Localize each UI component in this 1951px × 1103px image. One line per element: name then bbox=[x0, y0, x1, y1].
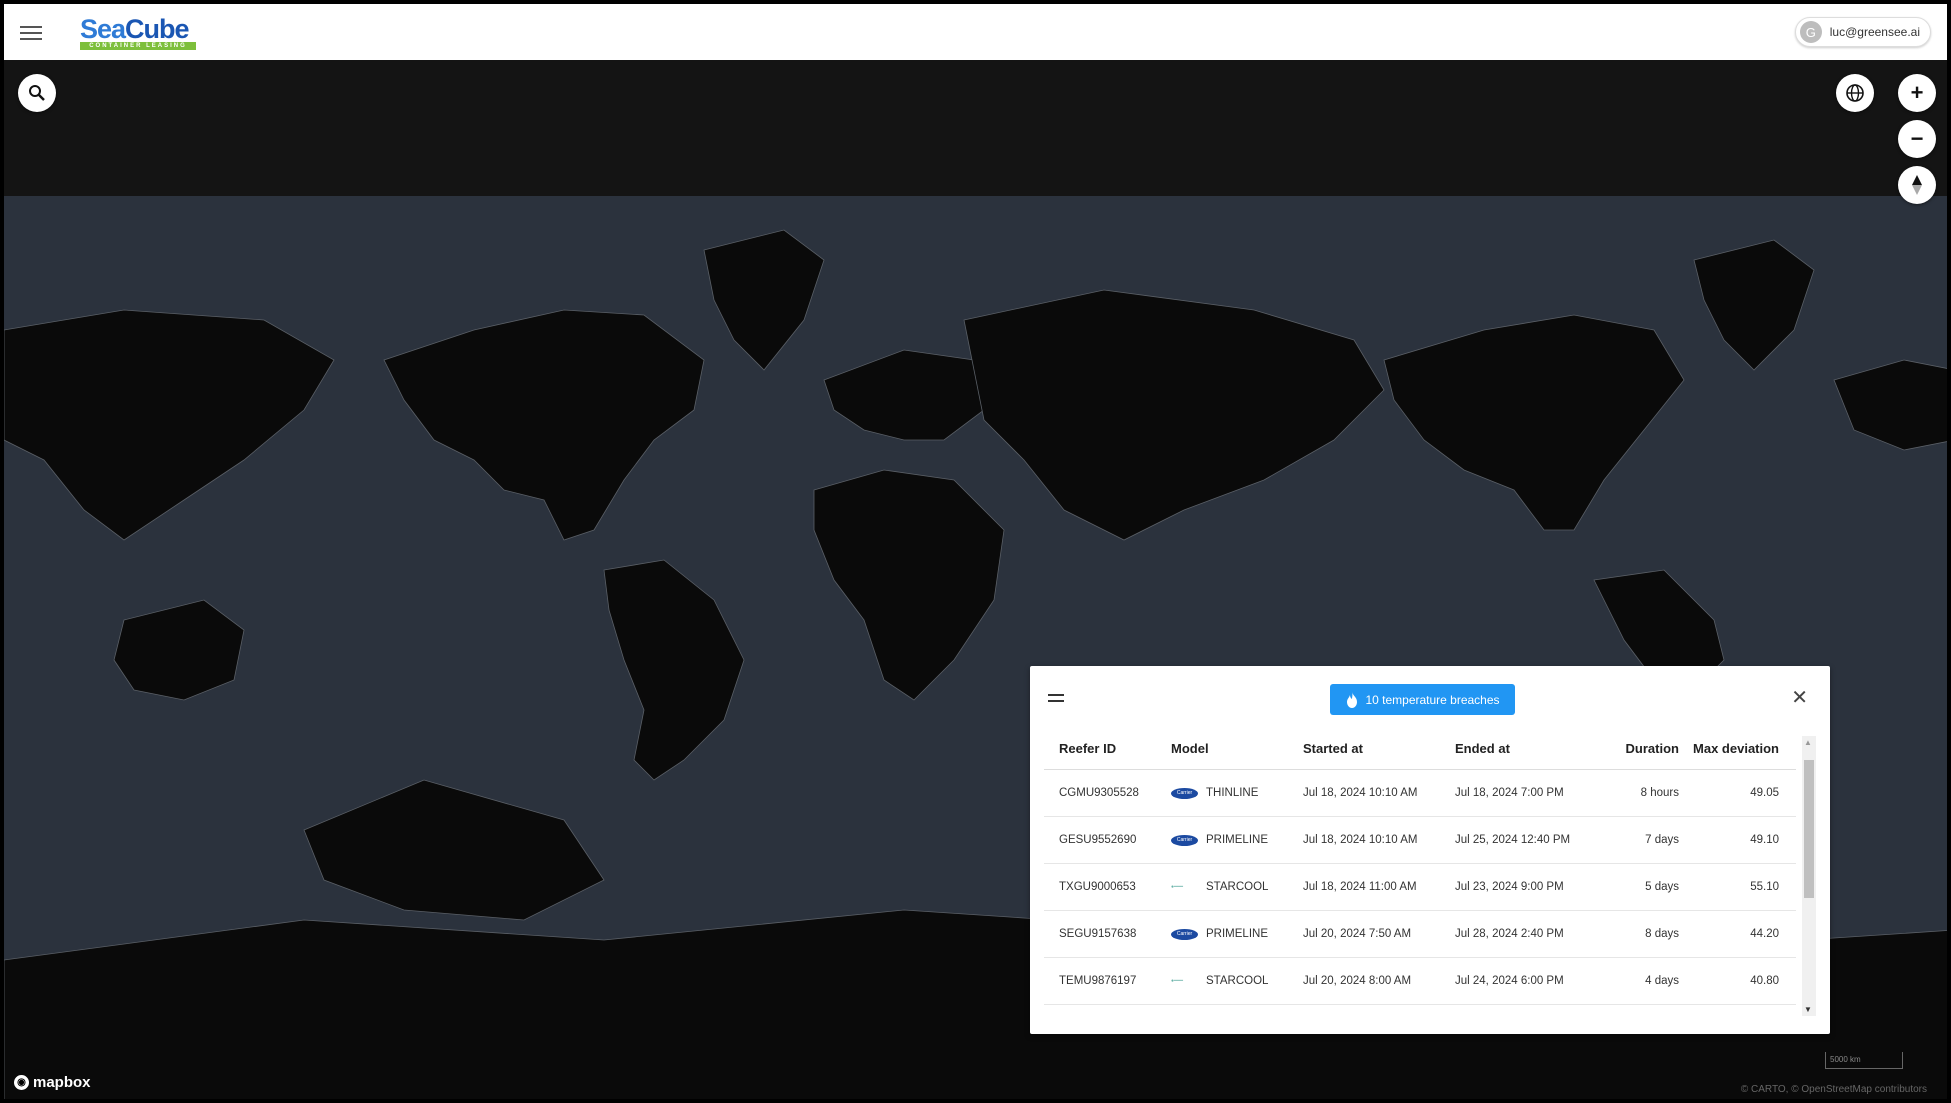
column-header[interactable]: Duration bbox=[1601, 741, 1679, 756]
user-email: luc@greensee.ai bbox=[1829, 25, 1920, 39]
column-header[interactable]: Max deviation bbox=[1679, 741, 1793, 756]
temperature-breaches-panel: 10 temperature breaches ✕ Reefer ID Mode… bbox=[1030, 666, 1830, 1034]
zoom-out-button[interactable]: − bbox=[1898, 120, 1936, 158]
started-at: Jul 18, 2024 10:10 AM bbox=[1303, 787, 1418, 799]
model-cell: ●━━━ STARCOOL bbox=[1171, 881, 1269, 893]
table-header-row: Reefer ID Model Started at Ended at Dura… bbox=[1044, 728, 1796, 770]
table-row[interactable]: TXGU9000653 ●━━━ STARCOOL Jul 18, 2024 11… bbox=[1044, 864, 1796, 911]
model-cell: Carrier PRIMELINE bbox=[1171, 834, 1303, 846]
max-deviation: 49.10 bbox=[1750, 834, 1779, 846]
table-row[interactable]: GESU9552690 Carrier PRIMELINE Jul 18, 202… bbox=[1044, 817, 1796, 864]
hamburger-icon[interactable] bbox=[20, 23, 42, 41]
reefer-id: GESU9552690 bbox=[1059, 834, 1137, 846]
fire-icon bbox=[1347, 691, 1358, 708]
breaches-table: Reefer ID Model Started at Ended at Dura… bbox=[1044, 728, 1796, 1005]
drag-handle-icon[interactable] bbox=[1048, 694, 1064, 706]
mapbox-attribution-logo[interactable]: ◉ mapbox bbox=[14, 1074, 91, 1091]
table-row[interactable]: CGMU9305528 Carrier THINLINE Jul 18, 2024… bbox=[1044, 770, 1796, 817]
duration: 5 days bbox=[1645, 881, 1679, 893]
scroll-up-icon[interactable]: ▲ bbox=[1804, 738, 1812, 747]
ended-at: Jul 25, 2024 12:40 PM bbox=[1455, 834, 1571, 846]
carrier-logo-icon: Carrier bbox=[1171, 834, 1198, 846]
table-scrollbar[interactable]: ▲ ▼ bbox=[1802, 736, 1816, 1016]
app-window: SeaCube CONTAINER LEASING G luc@greensee… bbox=[0, 0, 1951, 1103]
column-header[interactable]: Started at bbox=[1303, 741, 1455, 756]
model-cell: ●━━━ STARCOOL bbox=[1171, 975, 1269, 987]
table-row[interactable]: TEMU9876197 ●━━━ STARCOOL Jul 20, 2024 8:… bbox=[1044, 958, 1796, 1005]
scroll-down-icon[interactable]: ▼ bbox=[1804, 1005, 1812, 1014]
reefer-id: TEMU9876197 bbox=[1059, 975, 1137, 987]
duration: 7 days bbox=[1645, 834, 1679, 846]
reefer-id: SEGU9157638 bbox=[1059, 928, 1137, 940]
duration: 8 days bbox=[1645, 928, 1679, 940]
starcool-logo-icon: ●━━━ bbox=[1171, 978, 1184, 984]
ended-at: Jul 24, 2024 6:00 PM bbox=[1455, 975, 1564, 987]
logo-wordmark: SeaCube bbox=[80, 14, 190, 44]
max-deviation: 55.10 bbox=[1750, 881, 1779, 893]
ended-at: Jul 23, 2024 9:00 PM bbox=[1455, 881, 1564, 893]
search-icon[interactable] bbox=[18, 74, 56, 112]
breaches-count-badge[interactable]: 10 temperature breaches bbox=[1330, 684, 1515, 715]
column-header[interactable]: Ended at bbox=[1455, 741, 1601, 756]
top-bar: SeaCube CONTAINER LEASING G luc@greensee… bbox=[4, 4, 1947, 60]
model-cell: Carrier THINLINE bbox=[1171, 787, 1303, 799]
duration: 4 days bbox=[1645, 975, 1679, 987]
map-scale: 5000 km bbox=[1825, 1052, 1903, 1069]
carrier-logo-icon: Carrier bbox=[1171, 787, 1198, 799]
ended-at: Jul 28, 2024 2:40 PM bbox=[1455, 928, 1564, 940]
column-header[interactable]: Model bbox=[1171, 741, 1303, 756]
mapbox-icon: ◉ bbox=[14, 1075, 29, 1090]
carrier-logo-icon: Carrier bbox=[1171, 928, 1198, 940]
compass-icon[interactable] bbox=[1898, 166, 1936, 204]
ended-at: Jul 18, 2024 7:00 PM bbox=[1455, 787, 1564, 799]
seacube-logo[interactable]: SeaCube CONTAINER LEASING bbox=[80, 16, 198, 50]
max-deviation: 49.05 bbox=[1750, 787, 1779, 799]
started-at: Jul 18, 2024 11:00 AM bbox=[1303, 881, 1417, 893]
started-at: Jul 18, 2024 10:10 AM bbox=[1303, 834, 1418, 846]
globe-icon[interactable] bbox=[1836, 74, 1874, 112]
scrollbar-thumb[interactable] bbox=[1804, 760, 1814, 898]
max-deviation: 40.80 bbox=[1750, 975, 1779, 987]
column-header[interactable]: Reefer ID bbox=[1044, 741, 1171, 756]
duration: 8 hours bbox=[1640, 787, 1679, 799]
zoom-in-button[interactable]: + bbox=[1898, 74, 1936, 112]
model-cell: Carrier PRIMELINE bbox=[1171, 928, 1303, 940]
avatar: G bbox=[1799, 21, 1822, 43]
max-deviation: 44.20 bbox=[1750, 928, 1779, 940]
user-menu-button[interactable]: G luc@greensee.ai bbox=[1794, 17, 1931, 47]
reefer-id: CGMU9305528 bbox=[1059, 787, 1139, 799]
started-at: Jul 20, 2024 7:50 AM bbox=[1303, 928, 1412, 940]
close-icon[interactable]: ✕ bbox=[1791, 688, 1808, 708]
reefer-id: TXGU9000653 bbox=[1059, 881, 1136, 893]
logo-tagline: CONTAINER LEASING bbox=[80, 42, 196, 50]
map-attribution[interactable]: © CARTO, © OpenStreetMap contributors bbox=[1741, 1084, 1927, 1095]
table-row[interactable]: SEGU9157638 Carrier PRIMELINE Jul 20, 202… bbox=[1044, 911, 1796, 958]
world-map[interactable]: + − ◉ mapbox 5000 km © CARTO, © OpenStre… bbox=[4, 60, 1947, 1099]
started-at: Jul 20, 2024 8:00 AM bbox=[1303, 975, 1412, 987]
breaches-count-label: 10 temperature breaches bbox=[1365, 692, 1500, 707]
starcool-logo-icon: ●━━━ bbox=[1171, 884, 1184, 890]
